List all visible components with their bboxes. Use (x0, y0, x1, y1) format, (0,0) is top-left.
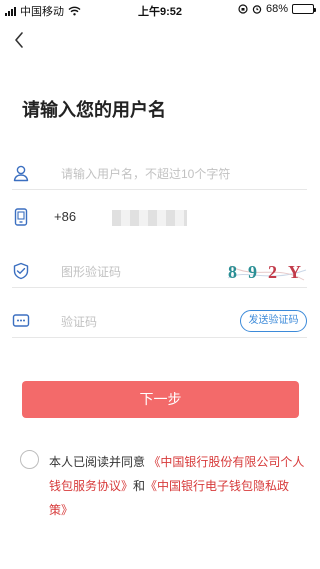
sms-code-row: 发送验证码 (12, 308, 307, 338)
username-input[interactable] (61, 163, 291, 185)
status-bar-right: 68% (238, 3, 316, 15)
phone-row: +86 (12, 204, 307, 234)
agreement-text: 本人已阅读并同意 《中国银行股份有限公司个人钱包服务协议》和《中国银行电子钱包隐… (49, 450, 307, 522)
user-icon (13, 165, 29, 182)
shield-icon (13, 262, 29, 280)
captcha-char: Y (288, 262, 301, 282)
chevron-left-icon (15, 32, 23, 48)
sms-code-input[interactable] (61, 311, 221, 333)
country-code: +86 (54, 209, 77, 224)
agreement-prefix: 本人已阅读并同意 (49, 455, 146, 469)
username-row (12, 160, 307, 190)
agreement-conjunction: 和 (133, 479, 146, 493)
alarm-icon (252, 5, 262, 14)
captcha-row: 8 9 2 Y (12, 258, 307, 288)
battery-percent: 68% (265, 3, 288, 15)
message-icon (12, 314, 30, 327)
status-bar: 中国移动 上午9:52 68% (0, 0, 320, 20)
captcha-char: 9 (248, 262, 257, 282)
send-code-button[interactable]: 发送验证码 (240, 310, 307, 332)
battery-icon (292, 4, 316, 14)
back-button[interactable] (10, 29, 30, 51)
orientation-lock-icon (238, 4, 248, 14)
phone-icon (14, 208, 28, 226)
phone-number-masked (112, 210, 187, 226)
next-button[interactable]: 下一步 (22, 381, 299, 418)
captcha-image[interactable]: 8 9 2 Y (226, 260, 308, 286)
captcha-char: 2 (268, 262, 277, 282)
page-title: 请输入您的用户名 (22, 100, 166, 120)
captcha-char: 8 (228, 262, 237, 282)
captcha-input[interactable] (61, 261, 201, 283)
agree-checkbox[interactable] (20, 450, 39, 469)
